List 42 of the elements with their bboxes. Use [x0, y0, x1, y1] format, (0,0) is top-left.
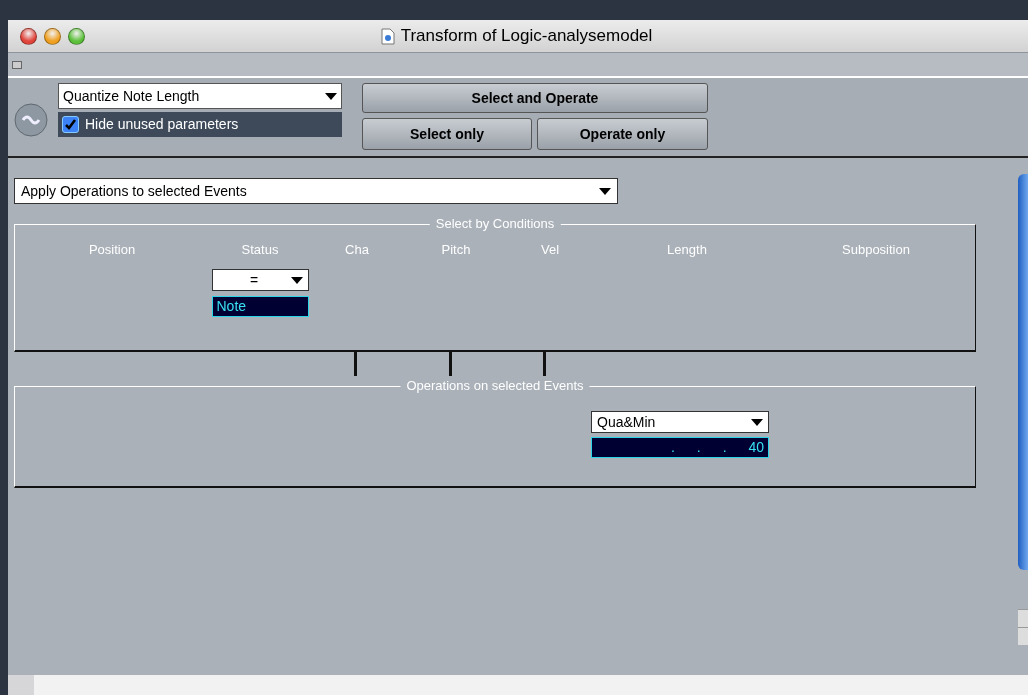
- connector-line: [543, 352, 546, 376]
- scroll-up-button[interactable]: [1018, 609, 1028, 627]
- column-header: Position: [88, 242, 136, 258]
- resize-handle[interactable]: [8, 675, 34, 695]
- column-header: Vel: [540, 242, 560, 258]
- dropdown-arrow-icon: [290, 276, 303, 284]
- link-icon[interactable]: [14, 103, 48, 137]
- dropdown-value: Qua&Min: [597, 412, 656, 432]
- dropdown-arrow-icon: [599, 187, 611, 195]
- value-field[interactable]: Note: [211, 296, 309, 317]
- preset-dropdown[interactable]: Quantize Note Length: [58, 83, 342, 109]
- panel-title: Select by Conditions: [429, 216, 561, 232]
- select-only-button[interactable]: Select only: [362, 118, 532, 150]
- scrollbar-thumb[interactable]: [1018, 174, 1028, 570]
- connector-line: [449, 352, 452, 376]
- hide-unused-checkbox[interactable]: [62, 116, 79, 133]
- dropdown-value: Apply Operations to selected Events: [21, 181, 247, 201]
- document-icon: [380, 27, 395, 45]
- value-field[interactable]: . . . 40: [591, 437, 769, 458]
- column-header: Pitch: [441, 242, 471, 258]
- minimize-button[interactable]: [44, 27, 61, 45]
- dropdown-value: Quantize Note Length: [63, 86, 200, 106]
- dropdown-arrow-icon: [751, 418, 763, 426]
- close-button[interactable]: [20, 27, 37, 45]
- operate-only-button[interactable]: Operate only: [537, 118, 708, 150]
- mode-dropdown[interactable]: Apply Operations to selected Events: [14, 178, 618, 204]
- panel-title: Operations on selected Events: [400, 378, 590, 394]
- window-title: Transform of Logic-analysemodel: [400, 25, 653, 48]
- scroll-down-button[interactable]: [1018, 627, 1028, 645]
- column-header: Cha: [345, 242, 369, 258]
- column-header: Status: [241, 242, 279, 258]
- operator-dropdown[interactable]: =: [211, 269, 309, 291]
- column-header: Length: [667, 242, 707, 258]
- zoom-button[interactable]: [68, 27, 85, 45]
- column-header: Subposition: [842, 242, 910, 258]
- select-and-operate-button[interactable]: Select and Operate: [362, 83, 708, 113]
- toolbar-toggle-button[interactable]: [12, 60, 22, 69]
- operator-dropdown[interactable]: Qua&Min: [591, 411, 769, 433]
- dropdown-arrow-icon: [325, 92, 337, 100]
- hide-unused-label: Hide unused parameters: [85, 115, 239, 134]
- dropdown-value: =: [248, 270, 260, 290]
- connector-line: [354, 352, 357, 376]
